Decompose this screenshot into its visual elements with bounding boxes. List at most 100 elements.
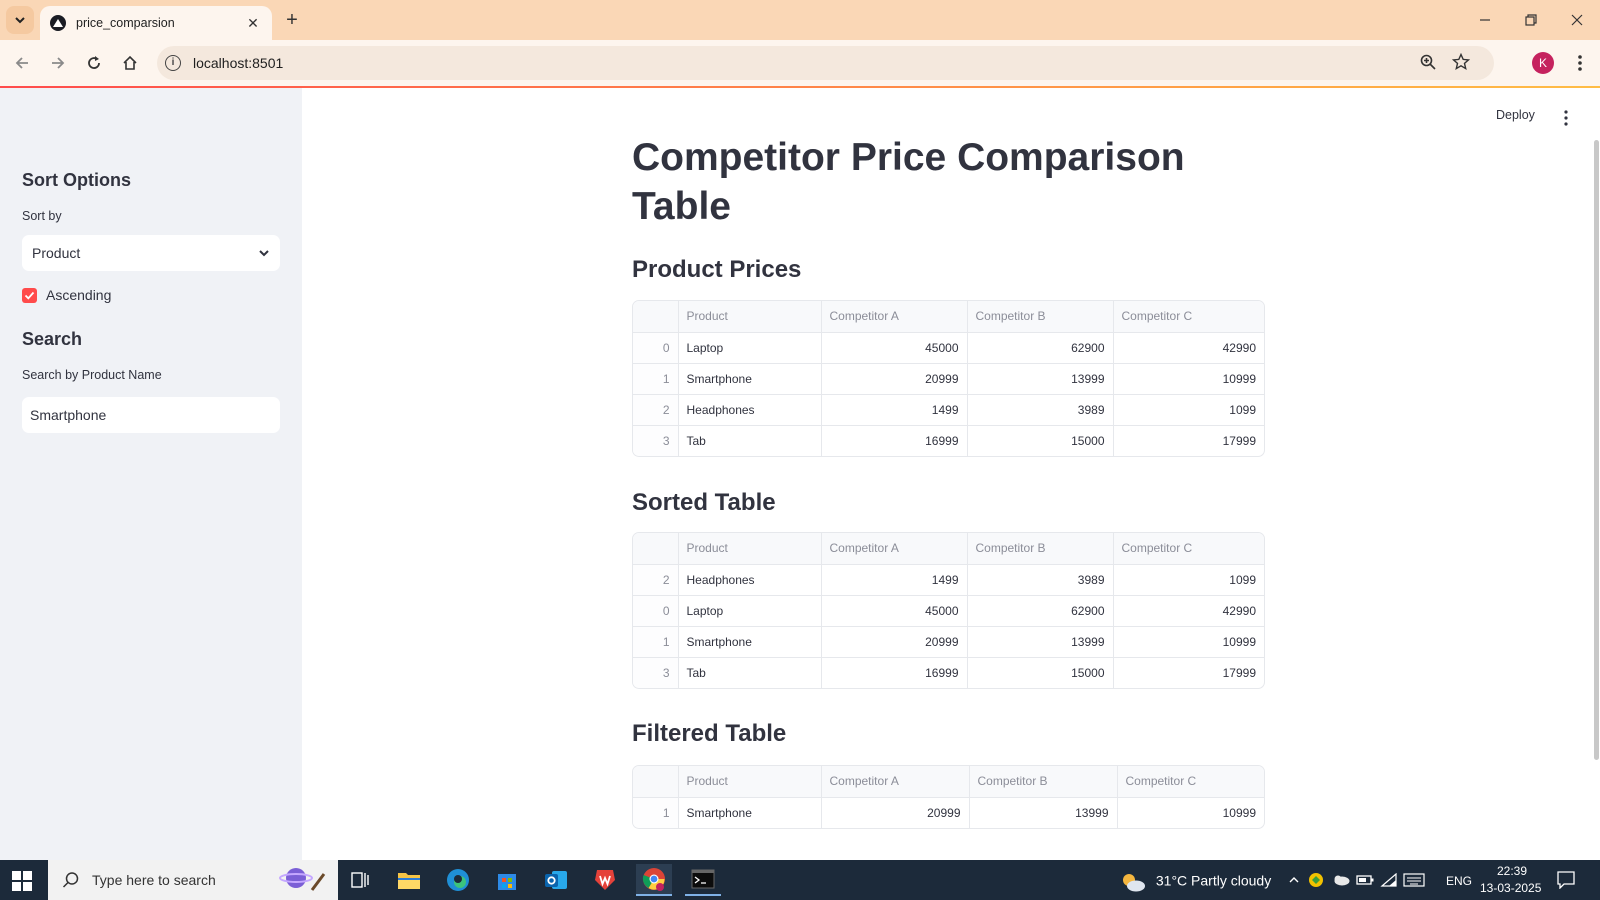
cell-competitor-b[interactable]: 3989: [967, 564, 1114, 596]
cell-competitor-b[interactable]: 13999: [967, 363, 1114, 395]
cell-competitor-a[interactable]: 16999: [821, 425, 968, 456]
network-button[interactable]: [1378, 864, 1400, 896]
cell-competitor-a[interactable]: 20999: [821, 626, 968, 658]
back-button[interactable]: [8, 49, 36, 77]
cell-product[interactable]: Laptop: [678, 332, 822, 364]
filtered-table[interactable]: Product Competitor A Competitor B Compet…: [632, 765, 1265, 829]
deploy-button[interactable]: Deploy: [1496, 108, 1535, 122]
cell-competitor-c[interactable]: 10999: [1117, 797, 1264, 828]
ascending-checkbox[interactable]: [22, 287, 37, 303]
column-header-product[interactable]: Product: [678, 301, 822, 333]
browser-menu-button[interactable]: [1572, 52, 1588, 74]
cell-competitor-c[interactable]: 42990: [1113, 332, 1264, 364]
cell-competitor-b[interactable]: 62900: [967, 595, 1114, 627]
cell-competitor-a[interactable]: 45000: [821, 332, 968, 364]
browser-tab[interactable]: price_comparsion ✕: [40, 6, 272, 40]
column-header-product[interactable]: Product: [678, 533, 822, 565]
sort-by-select[interactable]: Product: [22, 235, 280, 271]
cell-product[interactable]: Smartphone: [678, 626, 822, 658]
page-scrollbar[interactable]: [1594, 140, 1599, 760]
cell-competitor-a[interactable]: 16999: [821, 657, 968, 688]
cell-product[interactable]: Tab: [678, 425, 822, 456]
column-header-competitor-b[interactable]: Competitor B: [967, 301, 1114, 333]
new-tab-button[interactable]: +: [280, 8, 304, 32]
column-header-competitor-a[interactable]: Competitor A: [821, 766, 970, 798]
clock-time[interactable]: 22:39: [1497, 864, 1527, 878]
cell-competitor-b[interactable]: 3989: [967, 394, 1114, 426]
column-header-competitor-a[interactable]: Competitor A: [821, 301, 968, 333]
wifi-icon: [1380, 873, 1397, 887]
cell-competitor-a[interactable]: 1499: [821, 564, 968, 596]
notification-center-button[interactable]: [1548, 864, 1584, 896]
url-text: localhost:8501: [193, 55, 284, 71]
taskbar-edge[interactable]: [440, 864, 476, 896]
cell-competitor-a[interactable]: 1499: [821, 394, 968, 426]
forward-button[interactable]: [44, 49, 72, 77]
cell-competitor-c[interactable]: 17999: [1113, 425, 1264, 456]
product-search-input[interactable]: Smartphone: [22, 397, 280, 433]
column-header-competitor-a[interactable]: Competitor A: [821, 533, 968, 565]
cell-product[interactable]: Laptop: [678, 595, 822, 627]
home-button[interactable]: [116, 49, 144, 77]
taskbar-terminal[interactable]: [685, 864, 721, 896]
cell-competitor-c[interactable]: 10999: [1113, 626, 1264, 658]
sorted-table[interactable]: Product Competitor A Competitor B Compet…: [632, 532, 1265, 689]
cell-competitor-a[interactable]: 45000: [821, 595, 968, 627]
onedrive-button[interactable]: [1330, 864, 1352, 896]
clock-date[interactable]: 13-03-2025: [1480, 881, 1541, 895]
column-header-competitor-b[interactable]: Competitor B: [967, 533, 1114, 565]
tab-search-button[interactable]: [6, 6, 34, 34]
taskbar-chrome[interactable]: [636, 864, 672, 896]
cell-product[interactable]: Headphones: [678, 564, 822, 596]
task-view-button[interactable]: [342, 864, 378, 896]
cell-product[interactable]: Smartphone: [678, 363, 822, 395]
taskbar-file-explorer[interactable]: [391, 864, 427, 896]
cell-product[interactable]: Smartphone: [678, 797, 822, 828]
column-header-competitor-c[interactable]: Competitor C: [1117, 766, 1264, 798]
battery-button[interactable]: [1354, 864, 1376, 896]
reload-button[interactable]: [80, 49, 108, 77]
cell-competitor-b[interactable]: 13999: [969, 797, 1118, 828]
column-header-product[interactable]: Product: [678, 766, 822, 798]
bookmark-star-icon[interactable]: [1451, 52, 1471, 76]
site-info-icon[interactable]: i: [165, 55, 181, 71]
show-hidden-icons-button[interactable]: [1284, 864, 1304, 896]
cell-competitor-b[interactable]: 62900: [967, 332, 1114, 364]
column-header-competitor-c[interactable]: Competitor C: [1113, 533, 1264, 565]
minimize-button[interactable]: [1470, 8, 1500, 32]
taskbar-search-box[interactable]: Type here to search: [48, 860, 338, 900]
cell-product[interactable]: Tab: [678, 657, 822, 688]
column-header-competitor-b[interactable]: Competitor B: [969, 766, 1118, 798]
tab-close-icon[interactable]: ✕: [244, 15, 262, 32]
product-prices-table[interactable]: Product Competitor A Competitor B Compet…: [632, 300, 1265, 457]
cell-competitor-b[interactable]: 13999: [967, 626, 1114, 658]
tray-app-button[interactable]: [1306, 864, 1326, 896]
cell-product[interactable]: Headphones: [678, 394, 822, 426]
cell-competitor-c[interactable]: 42990: [1113, 595, 1264, 627]
zoom-icon[interactable]: [1420, 54, 1436, 75]
cell-competitor-c[interactable]: 10999: [1113, 363, 1264, 395]
close-window-button[interactable]: [1562, 8, 1592, 32]
restore-button[interactable]: [1516, 8, 1546, 32]
cell-competitor-b[interactable]: 15000: [967, 425, 1114, 456]
touch-keyboard-button[interactable]: [1402, 864, 1426, 896]
language-indicator[interactable]: ENG: [1446, 874, 1472, 888]
cell-competitor-c[interactable]: 1099: [1113, 394, 1264, 426]
ascending-checkbox-row[interactable]: Ascending: [22, 287, 111, 303]
cell-competitor-c[interactable]: 1099: [1113, 564, 1264, 596]
close-icon: [1571, 14, 1583, 26]
address-bar[interactable]: i localhost:8501: [157, 46, 1494, 80]
taskbar-wps[interactable]: [587, 864, 623, 896]
cell-competitor-c[interactable]: 17999: [1113, 657, 1264, 688]
weather-widget[interactable]: 31°C Partly cloudy: [1120, 871, 1271, 893]
cell-competitor-a[interactable]: 20999: [821, 797, 970, 828]
row-index: 3: [633, 425, 679, 456]
profile-avatar[interactable]: K: [1532, 52, 1554, 74]
app-menu-button[interactable]: [1560, 108, 1572, 128]
start-button[interactable]: [12, 871, 32, 891]
taskbar-outlook[interactable]: [538, 864, 574, 896]
column-header-competitor-c[interactable]: Competitor C: [1113, 301, 1264, 333]
cell-competitor-a[interactable]: 20999: [821, 363, 968, 395]
taskbar-store[interactable]: [489, 864, 525, 896]
cell-competitor-b[interactable]: 15000: [967, 657, 1114, 688]
